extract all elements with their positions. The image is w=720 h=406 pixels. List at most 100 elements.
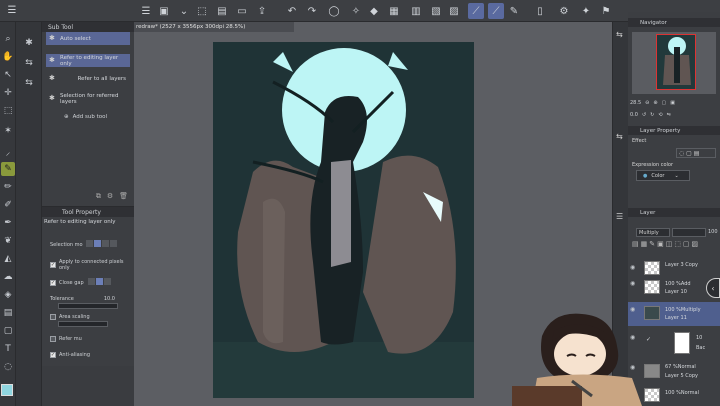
settings-icon[interactable]: ⚙	[107, 192, 113, 202]
illustration	[213, 42, 474, 398]
layer-property-header: Layer Property	[628, 126, 720, 135]
rotation-value[interactable]: 0.0	[630, 112, 638, 118]
hamburger-icon[interactable]: ☰	[4, 2, 20, 18]
fill-icon[interactable]: ◆	[366, 3, 382, 19]
pencil-tool-icon[interactable]: ✏	[1, 180, 15, 194]
snap-ruler-icon[interactable]: ⟋	[468, 3, 484, 19]
pen-pressure-icon[interactable]: ✎	[506, 3, 522, 19]
selection-mode-segments[interactable]	[85, 240, 118, 249]
grid-icon[interactable]: ▥	[408, 3, 424, 19]
selection-subtool-icon[interactable]: ✱	[20, 36, 38, 50]
expression-color-select[interactable]: ● Color ⌄	[636, 170, 690, 181]
tool-property-subtitle: Refer to editing layer only	[44, 219, 116, 225]
pen-tool-icon[interactable]: ✎	[1, 162, 15, 176]
layer-panel-icon[interactable]: ☰	[616, 212, 623, 221]
eye-icon[interactable]: ◉	[630, 264, 636, 271]
subtool-refer-editing[interactable]: ✱ Refer to editing layer only	[46, 54, 130, 67]
hand-tool-icon[interactable]: ✋	[1, 50, 15, 64]
undo-icon[interactable]: ↶	[284, 3, 300, 19]
blend-tool-icon[interactable]: ☁	[1, 270, 15, 284]
trash-icon[interactable]: 🗑	[119, 192, 128, 202]
snap-special-icon[interactable]: ⟋	[488, 3, 504, 19]
lasso-icon[interactable]: ◯	[326, 3, 342, 19]
fill-tool-icon[interactable]: ◈	[1, 288, 15, 302]
close-gap-checkbox[interactable]: ✓	[50, 279, 56, 286]
anti-aliasing-row[interactable]: ✓ Anti-aliasing	[50, 349, 132, 360]
subtool-auto-select[interactable]: ✱ Auto select	[46, 32, 130, 45]
layer-subtool-icon[interactable]: ⇆	[20, 56, 38, 70]
fit-icon[interactable]: ▢	[662, 100, 667, 106]
navigator-preview[interactable]	[632, 32, 716, 94]
rotate-left-icon[interactable]: ↺	[642, 112, 646, 118]
opacity-bar[interactable]	[672, 228, 706, 237]
artwork-canvas[interactable]	[213, 42, 474, 398]
zoom-in-icon[interactable]: ⊕	[653, 100, 657, 106]
opacity-value[interactable]: 100	[708, 229, 718, 235]
brush-tool-icon[interactable]: ✐	[1, 198, 15, 212]
rotate-right-icon[interactable]: ↻	[650, 112, 654, 118]
eye-icon[interactable]: ◉	[630, 280, 636, 287]
layer-row[interactable]: ◉ Layer 3 Copy	[628, 260, 720, 276]
selection-tool-icon[interactable]: ⬚	[1, 104, 15, 118]
layer-property-icon[interactable]: ⇆	[616, 132, 623, 141]
navigator-thumbnail	[656, 34, 696, 90]
text-tool-icon[interactable]: T	[1, 342, 15, 356]
layer-tool-row[interactable]: ▤▦✎▣◫⬚▢▨	[632, 240, 700, 248]
copy-icon[interactable]: ⧉	[96, 192, 101, 202]
move-layer-icon[interactable]: ✛	[1, 86, 15, 100]
subtool-refer-all[interactable]: ✱ Refer to all layers	[46, 72, 130, 85]
clear-icon[interactable]: ✧	[348, 3, 364, 19]
wand-icon: ✱	[49, 34, 55, 42]
apply-connected-checkbox[interactable]: ✓	[50, 261, 56, 268]
main-color-swatch[interactable]	[1, 384, 13, 396]
transform-icon[interactable]: ▦	[386, 3, 402, 19]
plugin-icon[interactable]: ✦	[578, 3, 594, 19]
tolerance-value[interactable]: 10.0	[104, 296, 115, 302]
add-subtool-button[interactable]: ⊕ Add sub tool	[64, 114, 107, 120]
area-scaling-checkbox[interactable]	[50, 313, 56, 320]
gradient-icon[interactable]: ▤	[1, 306, 15, 320]
document-tab[interactable]: redraw* (2527 x 3556px 300dpi 28.5%)	[134, 22, 294, 32]
balloon-icon[interactable]: ◌	[1, 360, 15, 374]
tolerance-slider[interactable]	[58, 303, 118, 309]
actual-size-icon[interactable]: ▣	[670, 100, 675, 106]
auto-select-icon[interactable]: ✶	[1, 124, 15, 138]
share-icon[interactable]: ⇪	[254, 3, 270, 19]
open-icon[interactable]: ⬚	[194, 3, 210, 19]
blend-mode-select[interactable]: Multiply	[636, 228, 670, 237]
close-gap-strength[interactable]	[87, 278, 112, 287]
eyedropper-icon[interactable]: ⸝	[1, 144, 15, 158]
zoom-tool-icon[interactable]: ⌕	[1, 32, 15, 46]
close-gap-row[interactable]: ✓ Close gap	[50, 277, 132, 288]
help-icon[interactable]: ⚑	[598, 3, 614, 19]
effect-buttons[interactable]: ◌ ▢ ▤	[676, 148, 716, 158]
panel-toggle-icon[interactable]: ⇆	[616, 30, 623, 39]
panel-collapse-handle[interactable]: ‹	[706, 278, 720, 298]
zoom-out-icon[interactable]: ⊖	[645, 100, 649, 106]
operation-tool-icon[interactable]: ↖	[1, 68, 15, 82]
figure-icon[interactable]: ▢	[1, 324, 15, 338]
export-icon[interactable]: ▭	[234, 3, 250, 19]
tool-property-icon[interactable]: ⇆	[20, 76, 38, 90]
anti-aliasing-checkbox[interactable]: ✓	[50, 351, 56, 358]
settings-icon[interactable]: ⚙	[556, 3, 572, 19]
canvas-icon[interactable]: ▣	[156, 3, 172, 19]
guide-icon[interactable]: ▧	[428, 3, 444, 19]
airbrush-icon[interactable]: ✒	[1, 216, 15, 230]
area-scaling-slider[interactable]	[58, 321, 108, 327]
redo-icon[interactable]: ↷	[304, 3, 320, 19]
subtool-selection-referred[interactable]: ✱ Selection for referred layers	[46, 92, 130, 105]
ruler-icon[interactable]: ▨	[446, 3, 462, 19]
save-icon[interactable]: ▤	[214, 3, 230, 19]
eraser-icon[interactable]: ◭	[1, 252, 15, 266]
refer-multiple-checkbox[interactable]	[50, 335, 56, 342]
reset-rotation-icon[interactable]: ⟲	[658, 112, 662, 118]
menu-icon[interactable]: ☰	[138, 3, 154, 19]
decoration-icon[interactable]: ❦	[1, 234, 15, 248]
mobile-icon[interactable]: ▯	[532, 3, 548, 19]
selection-mode-row: Selection mo	[50, 239, 132, 250]
flip-icon[interactable]: ⇋	[667, 112, 671, 118]
new-icon[interactable]: ⌄	[176, 3, 192, 19]
apply-connected-row[interactable]: ✓ Apply to connected pixels only	[50, 259, 132, 271]
zoom-value[interactable]: 28.5	[630, 100, 641, 106]
